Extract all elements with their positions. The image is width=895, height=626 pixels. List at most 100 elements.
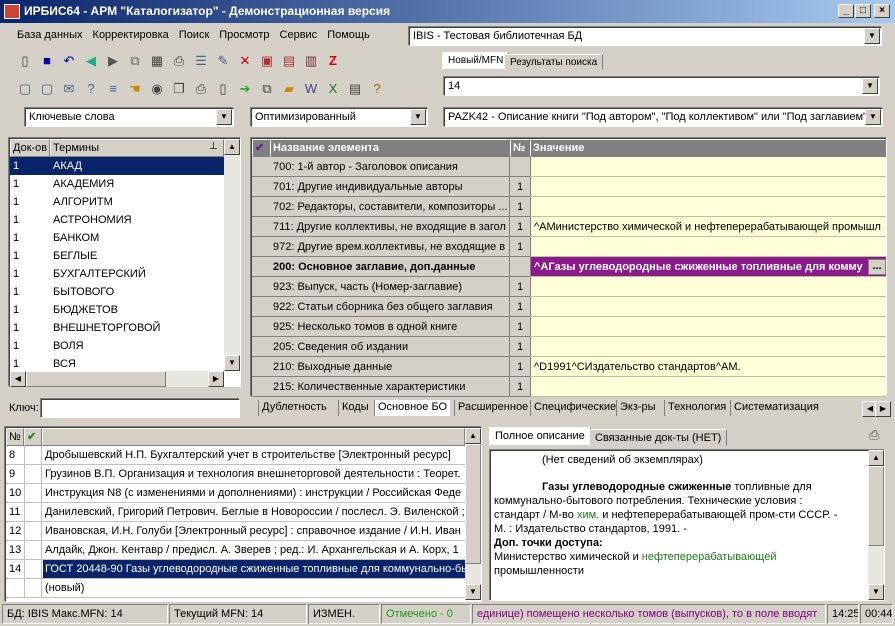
field-row[interactable]: 972: Другие врем.коллективы, не входящие… (252, 237, 886, 257)
term-row[interactable]: 1 БАНКОМ (10, 229, 224, 247)
menu-service[interactable]: Сервис (275, 24, 323, 47)
field-value[interactable]: ^D1991^CИздательство стандартов^AM. (530, 357, 886, 377)
pin-icon[interactable]: ⊥ (209, 141, 218, 152)
ws-tab[interactable]: Экз-ры (616, 400, 659, 416)
print-icon[interactable]: ⎙ (169, 51, 189, 71)
field-row[interactable]: 711: Другие коллективы, не входящие в за… (252, 217, 886, 237)
tab-full-description[interactable]: Полное описание (489, 427, 591, 446)
term-row[interactable]: 1 АКАД (10, 157, 224, 175)
preview-icon[interactable]: ◉ (147, 79, 167, 99)
doc-row[interactable]: 9 Грузинов В.П. Организация и технология … (6, 465, 466, 484)
grid-icon[interactable]: ▦ (147, 51, 167, 71)
term-row[interactable]: 1 АЛГОРИТМ (10, 193, 224, 211)
field-value[interactable] (530, 317, 886, 337)
scroll-up-icon[interactable]: ▲ (868, 450, 884, 466)
copy-record-icon[interactable]: ⧉ (125, 51, 145, 71)
tree-icon[interactable]: ☰ (191, 51, 211, 71)
help-icon[interactable]: ? (367, 79, 387, 99)
terms-header-count[interactable]: Док-ов (10, 139, 50, 157)
export-icon[interactable]: ▤ (279, 51, 299, 71)
prev-icon[interactable]: ◀ (81, 51, 101, 71)
new-doc-icon[interactable]: ▯ (15, 51, 35, 71)
term-row[interactable]: 1 ВНЕШНЕТОРГОВОЙ (10, 319, 224, 337)
field-row[interactable]: 923: Выпуск, часть (Номер-заглавие) 1 (252, 277, 886, 297)
menu-view[interactable]: Просмотр (214, 24, 274, 47)
doc-row[interactable]: 14 ГОСТ 20448-90 Газы углеводородные сжиж… (6, 560, 466, 579)
docs-header-number[interactable]: № (6, 428, 24, 446)
scroll-left-icon[interactable]: ◀ (10, 371, 26, 387)
minimize-button[interactable]: _ (838, 4, 854, 18)
description-scrollbar[interactable]: ▲ ▼ (868, 450, 884, 600)
field-row[interactable]: 205: Сведения об издании 1 (252, 337, 886, 357)
field-value[interactable] (530, 197, 886, 217)
doc-row[interactable]: 11 Данилевский, Григорий Петрович. Беглые… (6, 503, 466, 522)
copy-icon[interactable]: ⧉ (257, 79, 277, 99)
search-mode-select[interactable]: Ключевые слова ▼ (24, 107, 234, 127)
access-link[interactable]: нефтеперерабатывающей (642, 551, 777, 563)
scroll-down-icon[interactable]: ▼ (465, 584, 481, 600)
field-value[interactable]: ^AМинистерство химической и нефтеперераб… (530, 217, 886, 237)
field-value[interactable] (530, 157, 886, 177)
ws-tab[interactable]: Основное БО (374, 400, 451, 416)
search-type-select[interactable]: Оптимизированный ▼ (250, 107, 428, 127)
report-icon[interactable]: ▤ (345, 79, 365, 99)
scroll-up-icon[interactable]: ▲ (224, 139, 240, 155)
terms-scrollbar[interactable]: ▲ ▼ (224, 139, 240, 371)
term-row[interactable]: 1 БЕГЛЫЕ (10, 247, 224, 265)
term-row[interactable]: 1 АСТРОНОМИЯ (10, 211, 224, 229)
scroll-up-icon[interactable]: ▲ (465, 428, 481, 444)
doc-row[interactable]: 12 Ивановская, И.Н. Голуби [Электронный р… (6, 522, 466, 541)
menu-help[interactable]: Помощь (322, 24, 375, 47)
desc-scroll-thumb[interactable] (868, 466, 884, 546)
check-all-icon[interactable]: ✔ (252, 139, 270, 157)
menu-search[interactable]: Поиск (174, 24, 214, 47)
field-row[interactable]: 210: Выходные данные 1 ^D1991^CИздательств… (252, 357, 886, 377)
comment2-icon[interactable]: ▢ (37, 79, 57, 99)
doc-check[interactable] (24, 484, 42, 502)
field-value[interactable] (530, 297, 886, 317)
chevron-down-icon[interactable]: ▼ (865, 109, 881, 125)
doc-check[interactable] (24, 541, 42, 559)
field-row[interactable]: 700: 1-й автор - Заголовок описания (252, 157, 886, 177)
field-value[interactable] (530, 237, 886, 257)
doc-check[interactable] (24, 522, 42, 540)
maximize-button[interactable]: □ (855, 4, 871, 18)
undo-icon[interactable]: ↶ (59, 51, 79, 71)
mail-icon[interactable]: ✉ (59, 79, 79, 99)
print2-icon[interactable]: ⎙ (191, 79, 211, 99)
comment-icon[interactable]: ▢ (15, 79, 35, 99)
field-value[interactable] (530, 377, 886, 397)
doc-row[interactable]: 10 Инструкция N8 (с изменениями и дополне… (6, 484, 466, 503)
docs-scroll-thumb[interactable] (465, 444, 481, 564)
doc-row[interactable]: (новый) (6, 579, 466, 598)
database-select[interactable]: IBIS - Тестовая библиотечная БД ▼ (408, 26, 882, 46)
term-row[interactable]: 1 БУХГАЛТЕРСКИЙ (10, 265, 224, 283)
tab-search-results[interactable]: Результаты поиска (504, 54, 604, 70)
next-icon[interactable]: ▶ (103, 51, 123, 71)
field-value[interactable]: ^AГазы углеводородные сжиженные топливны… (530, 257, 886, 277)
scroll-down-icon[interactable]: ▼ (868, 584, 884, 600)
fields-header-name[interactable]: Название элемента (270, 139, 510, 157)
edit-icon[interactable]: ✎ (213, 51, 233, 71)
field-row[interactable]: 701: Другие индивидуальные авторы 1 (252, 177, 886, 197)
ws-tab[interactable]: Расширенное (454, 400, 531, 416)
scroll-down-icon[interactable]: ▼ (224, 355, 240, 371)
tab-new-mfn[interactable]: Новый/MFN (442, 52, 510, 70)
field-ellipsis-button[interactable]: ... (868, 259, 886, 275)
doc-row[interactable]: 13 Алдайк, Джон. Кентавр / предисл. А. Зв… (6, 541, 466, 560)
term-row[interactable]: 1 БЮДЖЕТОВ (10, 301, 224, 319)
doc-check[interactable] (24, 465, 42, 483)
app-icon[interactable] (4, 4, 20, 19)
field-row[interactable]: 922: Статьи сборника без общего заглавия… (252, 297, 886, 317)
delete-icon[interactable]: ✕ (235, 51, 255, 71)
docs-scrollbar[interactable]: ▲ ▼ (465, 428, 481, 600)
forward-icon[interactable]: ➔ (235, 79, 255, 99)
mfn-input[interactable]: 14 ▼ (443, 76, 880, 96)
worksheet-select[interactable]: PAZK42 - Описание книги "Под автором", "… (443, 107, 883, 127)
field-value[interactable] (530, 177, 886, 197)
desc-link-chem[interactable]: хим. (577, 509, 599, 521)
chevron-down-icon[interactable]: ▼ (410, 109, 426, 125)
chevron-down-icon[interactable]: ▼ (864, 28, 880, 44)
fields-header-value[interactable]: Значение (530, 139, 886, 157)
terms-header-term[interactable]: Термины (50, 139, 224, 157)
